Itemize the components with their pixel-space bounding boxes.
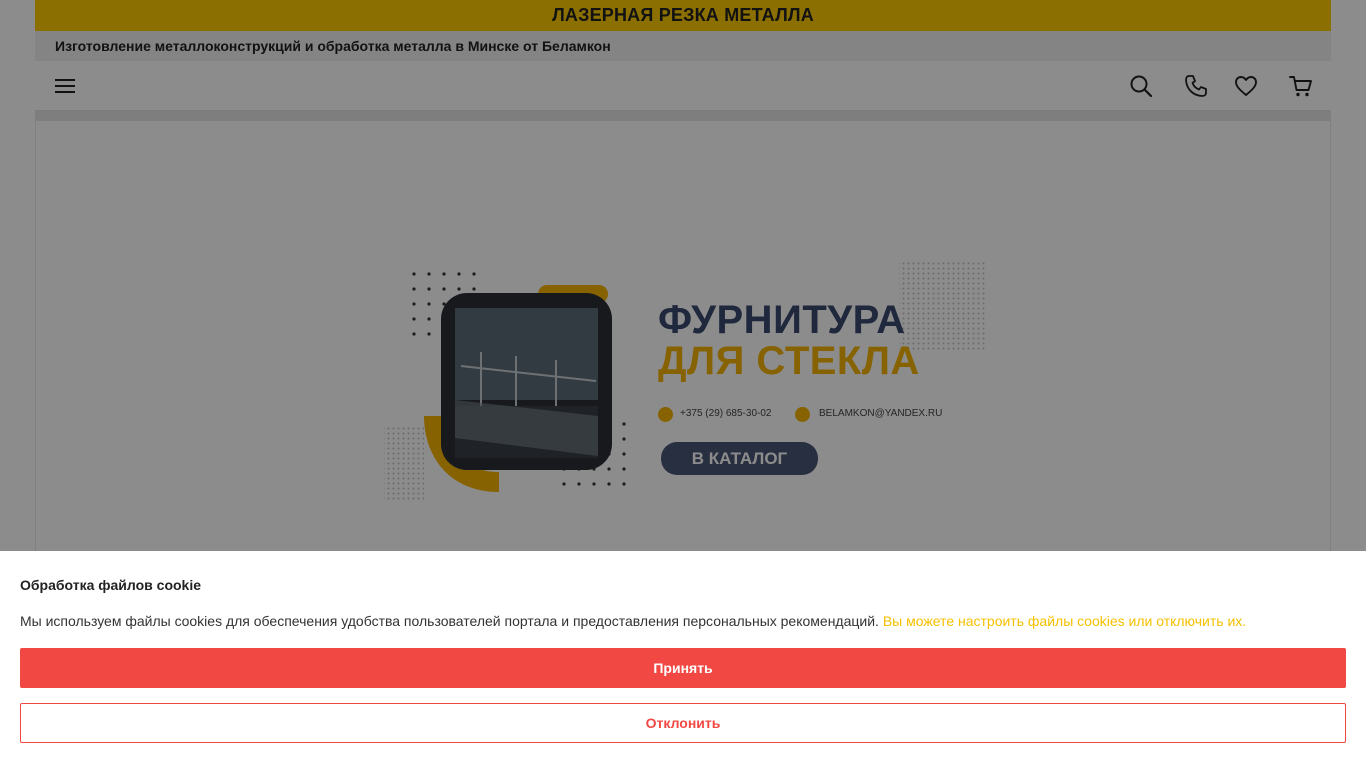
- cookie-overlay-backdrop: [0, 0, 1366, 551]
- cookie-description: Мы используем файлы cookies для обеспече…: [20, 613, 879, 629]
- cookie-consent-panel: Обработка файлов cookie Мы используем фа…: [0, 551, 1366, 768]
- cookie-settings-link[interactable]: Вы можете настроить файлы cookies или от…: [883, 613, 1246, 629]
- cookie-text: Мы используем файлы cookies для обеспече…: [20, 613, 1246, 629]
- decline-cookies-button[interactable]: Отклонить: [20, 703, 1346, 743]
- accept-cookies-button[interactable]: Принять: [20, 648, 1346, 688]
- cookie-title: Обработка файлов cookie: [20, 577, 202, 593]
